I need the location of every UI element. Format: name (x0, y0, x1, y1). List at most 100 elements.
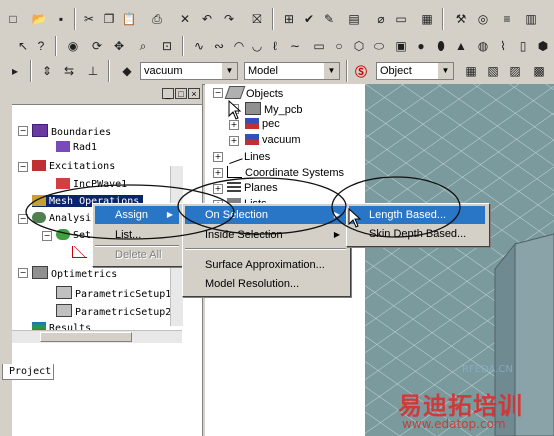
draw-rectangle-icon[interactable]: ▭ (310, 37, 328, 55)
grid-icon[interactable]: ▦ (462, 62, 480, 80)
pan-icon[interactable]: ✥ (110, 37, 128, 55)
validate-icon[interactable]: ✔ (300, 10, 318, 28)
redo-icon[interactable]: ↷ (220, 10, 238, 28)
tab-project[interactable]: Project (2, 364, 54, 380)
collapse-toggle[interactable]: − (42, 231, 52, 241)
close-icon[interactable]: × (188, 88, 200, 99)
expand-toggle[interactable]: + (229, 136, 239, 146)
units-icon[interactable]: ≡ (498, 10, 516, 28)
tree-item-lines[interactable]: Lines (225, 147, 270, 165)
draw-arc-icon[interactable]: ◠ (230, 37, 248, 55)
delete-icon[interactable]: ✕ (176, 10, 194, 28)
draw-cylinder-icon[interactable]: ⬮ (432, 37, 450, 55)
tree-item-excitations[interactable]: Excitations (32, 160, 115, 172)
undo-icon[interactable]: ↶ (198, 10, 216, 28)
results-icon[interactable]: ▤ (345, 10, 363, 28)
fit-icon[interactable]: ⊡ (158, 37, 176, 55)
minimize-icon[interactable]: _ (162, 88, 174, 99)
new-file-icon[interactable]: □ (4, 10, 22, 28)
tree-item-parametricsetup2[interactable]: ParametricSetup2 (56, 304, 171, 318)
collapse-toggle[interactable]: − (18, 162, 28, 172)
snap-icon[interactable]: ▸ (6, 62, 24, 80)
modeler-viewport[interactable] (365, 84, 554, 436)
tree-item-coordinate-systems[interactable]: Coordinate Systems (227, 166, 344, 179)
tree-item-planes[interactable]: Planes (227, 182, 278, 194)
draw-cylinder2-icon[interactable]: ▯ (514, 37, 532, 55)
vertex-icon[interactable]: ▩ (530, 62, 548, 80)
stop-icon[interactable]: ⛝ (248, 10, 266, 28)
select-arrow-icon[interactable]: ↖ (14, 37, 32, 55)
draw-polyhedron-icon[interactable]: ⬢ (534, 37, 552, 55)
menu-item-delete-all[interactable]: Delete All (95, 246, 179, 264)
tree-item-analysis[interactable]: Analysis (32, 212, 97, 224)
move-icon[interactable]: ⇕ (38, 62, 56, 80)
cut-icon[interactable]: ✂ (80, 10, 98, 28)
analyze-icon[interactable]: ✎ (320, 10, 338, 28)
draw-polyline-icon[interactable]: ∼ (286, 37, 304, 55)
coordinate-combo[interactable]: Model ▼ (244, 62, 340, 80)
rotate-icon[interactable]: ⟳ (88, 37, 106, 55)
select-combo[interactable]: Object ▼ (376, 62, 454, 80)
draw-circle-icon[interactable]: ○ (330, 37, 348, 55)
tree-item-optimetrics[interactable]: Optimetrics (32, 266, 117, 280)
draw-regular-polygon-icon[interactable]: ⬡ (350, 37, 368, 55)
report-icon[interactable]: ▦ (418, 10, 436, 28)
draw-sphere-icon[interactable]: ● (412, 37, 430, 55)
menu-item-skin-depth-based[interactable]: Skin Depth Based... (349, 225, 485, 243)
print-icon[interactable]: ⎙ (148, 10, 166, 28)
draw-torus-icon[interactable]: ◍ (474, 37, 492, 55)
collapse-toggle[interactable]: − (18, 126, 28, 136)
chevron-down-icon[interactable]: ▼ (221, 63, 237, 79)
collapse-toggle[interactable]: − (18, 214, 28, 224)
chevron-down-icon[interactable]: ▼ (323, 63, 339, 79)
tree-item-pec[interactable]: pec (245, 118, 280, 130)
edge-icon[interactable]: ▨ (506, 62, 524, 80)
tree-item-vacuum[interactable]: vacuum (245, 134, 301, 146)
menu-item-on-selection[interactable]: On Selection ▶ (185, 206, 346, 224)
menu-item-list[interactable]: List... (95, 226, 179, 244)
draw-box-icon[interactable]: ▣ (392, 37, 410, 55)
zoom-icon[interactable]: ⌕ (134, 37, 152, 55)
paste-icon[interactable]: 📋 (120, 10, 138, 28)
duplicate-icon[interactable]: ⇆ (60, 62, 78, 80)
chevron-down-icon[interactable]: ▼ (437, 63, 453, 79)
draw-cone-icon[interactable]: ▲ (452, 37, 470, 55)
face-icon[interactable]: ▧ (484, 62, 502, 80)
menu-item-inside-selection[interactable]: Inside Selection ▶ (185, 226, 346, 244)
tree-item-incpwave1[interactable]: IncPWave1 (56, 178, 127, 190)
select-mode-icon[interactable]: Ⓢ (352, 62, 370, 80)
expand-toggle[interactable]: + (213, 152, 223, 162)
help-icon[interactable]: ? (32, 37, 50, 55)
open-folder-icon[interactable]: 📂 (30, 10, 48, 28)
collapse-toggle[interactable]: − (18, 268, 28, 278)
view-eye-icon[interactable]: ◉ (64, 37, 82, 55)
measure-icon[interactable]: ⚒ (452, 10, 470, 28)
mirror-icon[interactable]: ⊥ (84, 62, 102, 80)
tree-item-parametricsetup1[interactable]: ParametricSetup1 (56, 286, 171, 300)
draw-spline-icon[interactable]: ∾ (210, 37, 228, 55)
fields-icon[interactable]: ▭ (392, 10, 410, 28)
draw-ellipse-icon[interactable]: ⬭ (370, 37, 388, 55)
menu-item-assign[interactable]: Assign ▶ (95, 206, 179, 224)
tree-item-sweep[interactable] (72, 246, 90, 259)
expand-toggle[interactable]: + (229, 120, 239, 130)
draw-line-icon[interactable]: ∿ (190, 37, 208, 55)
expand-toggle[interactable]: + (213, 168, 223, 178)
maximize-icon[interactable]: □ (175, 88, 187, 99)
menu-item-length-based[interactable]: Length Based... (349, 206, 485, 224)
scrollbar-thumb[interactable] (40, 332, 132, 342)
draw-helix-icon[interactable]: ⌇ (494, 37, 512, 55)
tree-item-objects[interactable]: Objects (224, 86, 283, 100)
calculator-icon[interactable]: ▥ (522, 10, 540, 28)
draw-equation-icon[interactable]: ℓ (266, 37, 284, 55)
field-overlay-icon[interactable]: ⌀ (372, 10, 390, 28)
target-icon[interactable]: ◎ (474, 10, 492, 28)
material-combo[interactable]: vacuum ▼ (140, 62, 238, 80)
tree-item-boundaries[interactable]: Boundaries (32, 124, 111, 138)
material-icon[interactable]: ◆ (118, 62, 136, 80)
tree-item-rad1[interactable]: Rad1 (56, 141, 97, 153)
expand-toggle[interactable]: + (213, 184, 223, 194)
menu-item-surface-approximation[interactable]: Surface Approximation... (185, 256, 346, 274)
project-icon[interactable]: ⊞ (280, 10, 298, 28)
draw-arc2-icon[interactable]: ◡ (248, 37, 266, 55)
